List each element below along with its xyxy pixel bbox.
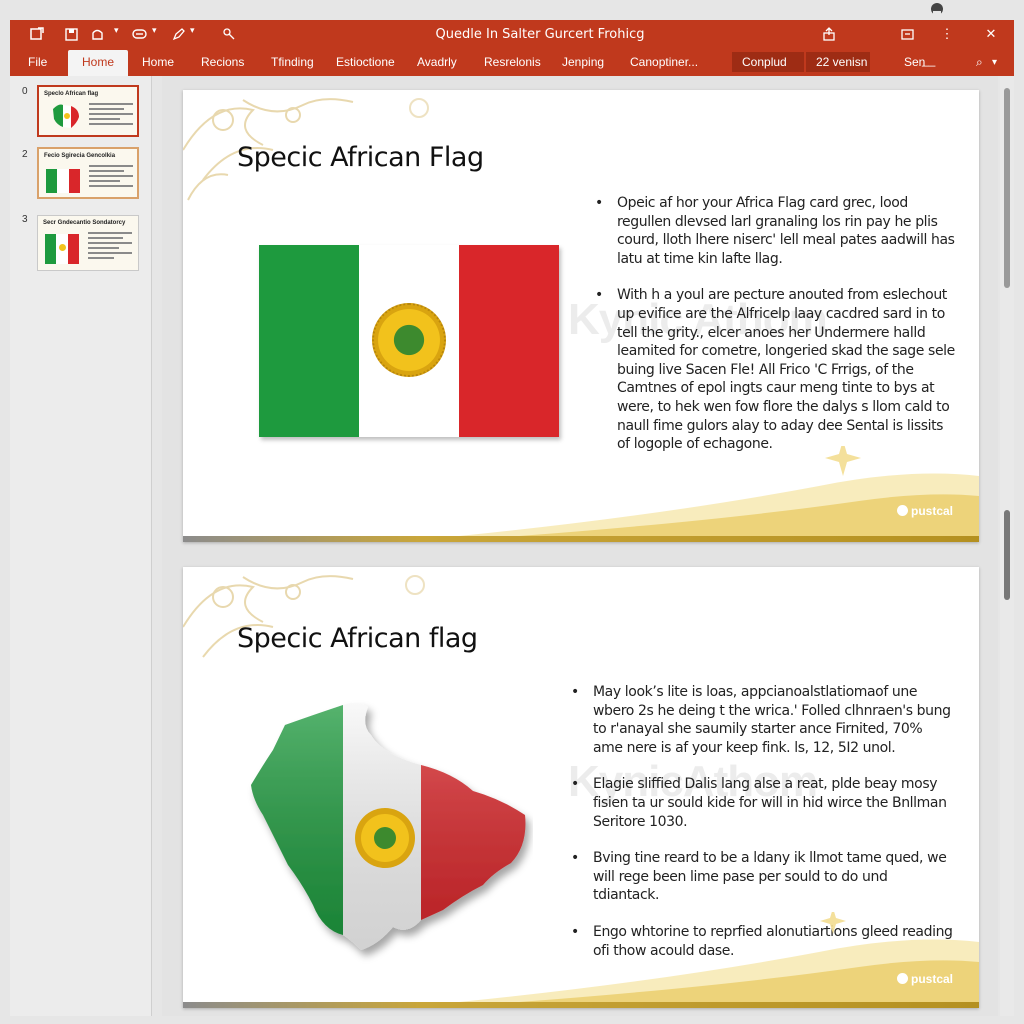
undo-icon[interactable]: [88, 25, 106, 43]
slide-bottom-bar: [183, 1002, 979, 1008]
gold-wave-decoration: [459, 912, 979, 1002]
ribbon-search-underline: __: [922, 53, 936, 67]
title-bar: ▾ ▾ ▾ Quedle In Salter Gurcert Frohicg ⋮…: [10, 20, 1014, 48]
thumbnail-text-lines: [88, 232, 132, 262]
touch-icon[interactable]: [220, 25, 238, 43]
autosave-icon[interactable]: [28, 25, 46, 43]
tab-estioctione[interactable]: Estioctione: [336, 55, 395, 69]
scrollbar-thumb[interactable]: [1004, 88, 1010, 288]
thumbnail-flag: [45, 234, 79, 264]
slide-2[interactable]: Specic African flag KynicAthom May look’…: [183, 567, 979, 1008]
thumbnail-number: 0: [22, 86, 28, 97]
thumbnail-title: Fecio Sgirecia Gencolkia: [44, 153, 116, 159]
present-dropdown-icon[interactable]: ▾: [152, 25, 157, 36]
tab-jenping[interactable]: Jenping: [562, 55, 604, 69]
flag-emblem-icon: [372, 303, 446, 377]
brand-logo: pustcal: [896, 504, 953, 518]
vertical-scrollbar[interactable]: [1000, 76, 1014, 1016]
pen-icon[interactable]: [170, 25, 188, 43]
search-icon[interactable]: ⌕: [976, 55, 983, 70]
thumbnail-title: Secr Gndecantio Sondatorcy: [43, 220, 126, 226]
brand-logo: pustcal: [896, 972, 953, 986]
tab-resrelonis[interactable]: Resrelonis: [484, 55, 541, 69]
thumbnail-map-flag: [53, 104, 79, 128]
close-icon[interactable]: ✕: [982, 25, 1000, 43]
thumbnail-title: Speclo African flag: [44, 91, 99, 97]
slide-title[interactable]: Specic African Flag: [237, 142, 484, 173]
bullet-list[interactable]: Opeic af hor your Africa Flag card grec,…: [595, 194, 957, 454]
bullet-item: With h a youl are pecture anouted from e…: [595, 286, 957, 453]
tab-canoptiner[interactable]: Canoptiner...: [630, 55, 698, 69]
present-icon[interactable]: [130, 25, 148, 43]
undo-dropdown-icon[interactable]: ▾: [114, 25, 119, 36]
tab-recions[interactable]: Recions: [201, 55, 244, 69]
slide-1[interactable]: Specic African Flag Kynic Athom Opeic af…: [183, 90, 979, 542]
slide-thumbnail-pane: 0 Speclo African flag 2 Fecio Sgirecia G…: [10, 76, 152, 1016]
thumbnail-text-lines: [89, 103, 133, 128]
flag-stripe-red: [459, 245, 559, 437]
chevron-down-icon[interactable]: ▾: [992, 57, 997, 68]
tab-file[interactable]: File: [28, 55, 47, 69]
tab-home-active[interactable]: Home: [68, 50, 129, 76]
thumbnail-flag: [46, 169, 80, 193]
scrollbar-thumb-secondary[interactable]: [1004, 510, 1010, 600]
tab-tfinding[interactable]: Tfinding: [271, 55, 314, 69]
flag-image[interactable]: [259, 245, 559, 437]
restore-icon[interactable]: [898, 25, 916, 43]
bullet-item: Bving tine reard to be a ldany ik llmot …: [571, 849, 953, 905]
share-icon[interactable]: [820, 25, 838, 43]
save-icon[interactable]: [62, 25, 80, 43]
bullet-item: Elagie sliffied Dalis lang alse a reat, …: [571, 775, 953, 831]
compact-button[interactable]: Conplud: [732, 52, 804, 72]
tab-avadrly[interactable]: Avadrly: [417, 55, 457, 69]
slide-title[interactable]: Specic African flag: [237, 623, 478, 654]
version-button[interactable]: 22 venisn: [806, 52, 870, 72]
ribbon-tabs: File Home Home Recions Tfinding Estiocti…: [10, 48, 1014, 76]
bullet-item: May look’s lite is loas, appcianoalstlat…: [571, 683, 953, 757]
slide-thumbnail-2[interactable]: Fecio Sgirecia Gencolkia: [37, 147, 139, 199]
slide-thumbnail-1[interactable]: Speclo African flag: [37, 85, 139, 137]
thumbnail-number: 3: [22, 214, 28, 225]
window-title: Quedle In Salter Gurcert Frohicg: [435, 27, 645, 42]
tab-home[interactable]: Home: [142, 55, 174, 69]
slide-bottom-bar: [183, 536, 979, 542]
flag-stripe-green: [259, 245, 359, 437]
slide-thumbnail-3[interactable]: Secr Gndecantio Sondatorcy: [37, 215, 139, 271]
account-icon[interactable]: [930, 2, 944, 16]
bullet-item: Opeic af hor your Africa Flag card grec,…: [595, 194, 957, 268]
more-icon[interactable]: ⋮: [938, 25, 956, 43]
thumbnail-text-lines: [89, 165, 133, 190]
floral-ornament: [183, 575, 425, 658]
pen-dropdown-icon[interactable]: ▾: [190, 25, 195, 36]
thumbnail-number: 2: [22, 149, 28, 160]
gold-wave-decoration: [459, 446, 979, 536]
